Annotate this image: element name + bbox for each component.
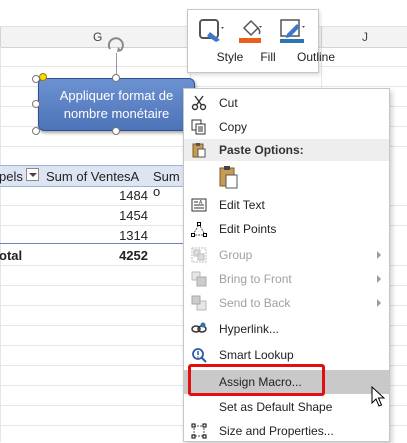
copy-icon <box>191 119 206 135</box>
paste-keep-source-icon[interactable] <box>217 165 239 189</box>
rotate-handle-stem <box>116 53 117 75</box>
pivot-sum-header: Sum of VentesA <box>46 169 140 184</box>
pivot-value-cell[interactable]: 1314 <box>88 228 148 243</box>
style-button[interactable]: Style <box>192 10 243 72</box>
menu-item-label: Cut <box>219 96 238 110</box>
mouse-cursor-icon <box>371 386 385 407</box>
menu-item-group[interactable]: Group <box>184 243 389 267</box>
hyperlink-icon <box>191 322 207 333</box>
paste-options-header: Paste Options: <box>184 139 389 161</box>
macro-button-shape[interactable]: Appliquer format de nombre monétaire <box>38 78 195 131</box>
edit-points-icon <box>191 222 207 237</box>
bring-to-front-icon <box>191 271 207 287</box>
shape-text: Appliquer format de nombre monétaire <box>59 87 174 121</box>
pivot-total-border <box>0 243 190 244</box>
menu-item-set-default-shape[interactable]: Set as Default Shape <box>184 395 389 419</box>
rotate-handle-icon[interactable] <box>106 36 128 56</box>
menu-item-edit-points[interactable]: Edit Points <box>184 217 389 241</box>
menu-item-label: Copy <box>219 120 248 134</box>
menu-item-hyperlink[interactable]: Hyperlink... <box>184 317 389 341</box>
menu-item-label: Size and Properties... <box>219 424 334 438</box>
resize-handle-top-left[interactable] <box>32 75 40 83</box>
pivot-total-value[interactable]: 4252 <box>88 248 148 263</box>
menu-item-copy[interactable]: Copy <box>184 115 389 139</box>
resize-handle-bottom[interactable] <box>112 127 120 135</box>
adjust-handle[interactable] <box>39 73 47 81</box>
filter-dropdown-button[interactable] <box>26 168 39 181</box>
mini-toolbar: Style Fill Outline <box>187 9 335 73</box>
outline-button[interactable]: Outline <box>270 10 335 72</box>
group-icon <box>191 247 207 263</box>
paint-bucket-icon <box>239 19 262 43</box>
submenu-arrow-icon <box>377 275 381 283</box>
pivot-total-label: otal <box>0 248 23 263</box>
pivot-header-row: pels Sum of VentesA Sum o <box>0 165 190 199</box>
menu-item-label: Bring to Front <box>219 272 292 286</box>
edit-text-icon: A <box>191 198 207 212</box>
resize-handle-bottom-left[interactable] <box>32 127 40 135</box>
send-to-back-icon <box>191 295 207 311</box>
menu-item-label: Hyperlink... <box>219 322 280 336</box>
menu-item-bring-to-front[interactable]: Bring to Front <box>184 267 389 291</box>
menu-item-label: Set as Default Shape <box>219 400 333 414</box>
column-divider <box>0 27 1 47</box>
paste-icon <box>192 143 206 158</box>
pivot-row-label-header: pels <box>0 169 23 184</box>
submenu-arrow-icon <box>377 251 381 259</box>
menu-item-label: Edit Text <box>219 198 265 212</box>
shape-style-icon <box>199 19 224 42</box>
outline-label: Outline <box>296 50 336 64</box>
pivot-value-cell[interactable]: 1484 <box>88 188 148 203</box>
submenu-arrow-icon <box>377 299 381 307</box>
menu-item-label: Edit Points <box>219 222 277 236</box>
size-properties-icon <box>191 423 207 439</box>
resize-handle-left[interactable] <box>32 100 40 108</box>
menu-item-cut[interactable]: Cut <box>184 91 389 115</box>
assign-macro-callout <box>188 364 325 396</box>
menu-item-label: Send to Back <box>219 296 291 310</box>
scissors-icon <box>191 95 207 111</box>
menu-item-size-properties[interactable]: Size and Properties... <box>184 419 389 443</box>
smart-lookup-icon <box>192 348 207 363</box>
menu-item-label: Smart Lookup <box>219 348 294 362</box>
column-header-g[interactable]: G <box>93 30 102 44</box>
fill-button[interactable]: Fill <box>232 10 276 72</box>
resize-handle-top[interactable] <box>112 74 120 82</box>
menu-item-send-to-back[interactable]: Send to Back <box>184 291 389 315</box>
pen-outline-icon <box>280 19 305 43</box>
paste-options-label: Paste Options: <box>219 143 304 157</box>
column-divider <box>321 27 322 47</box>
menu-item-edit-text[interactable]: A Edit Text <box>184 193 389 217</box>
pivot-value-cell[interactable]: 1454 <box>88 208 148 223</box>
menu-item-label: Group <box>219 248 253 262</box>
column-header-j[interactable]: J <box>362 30 368 44</box>
